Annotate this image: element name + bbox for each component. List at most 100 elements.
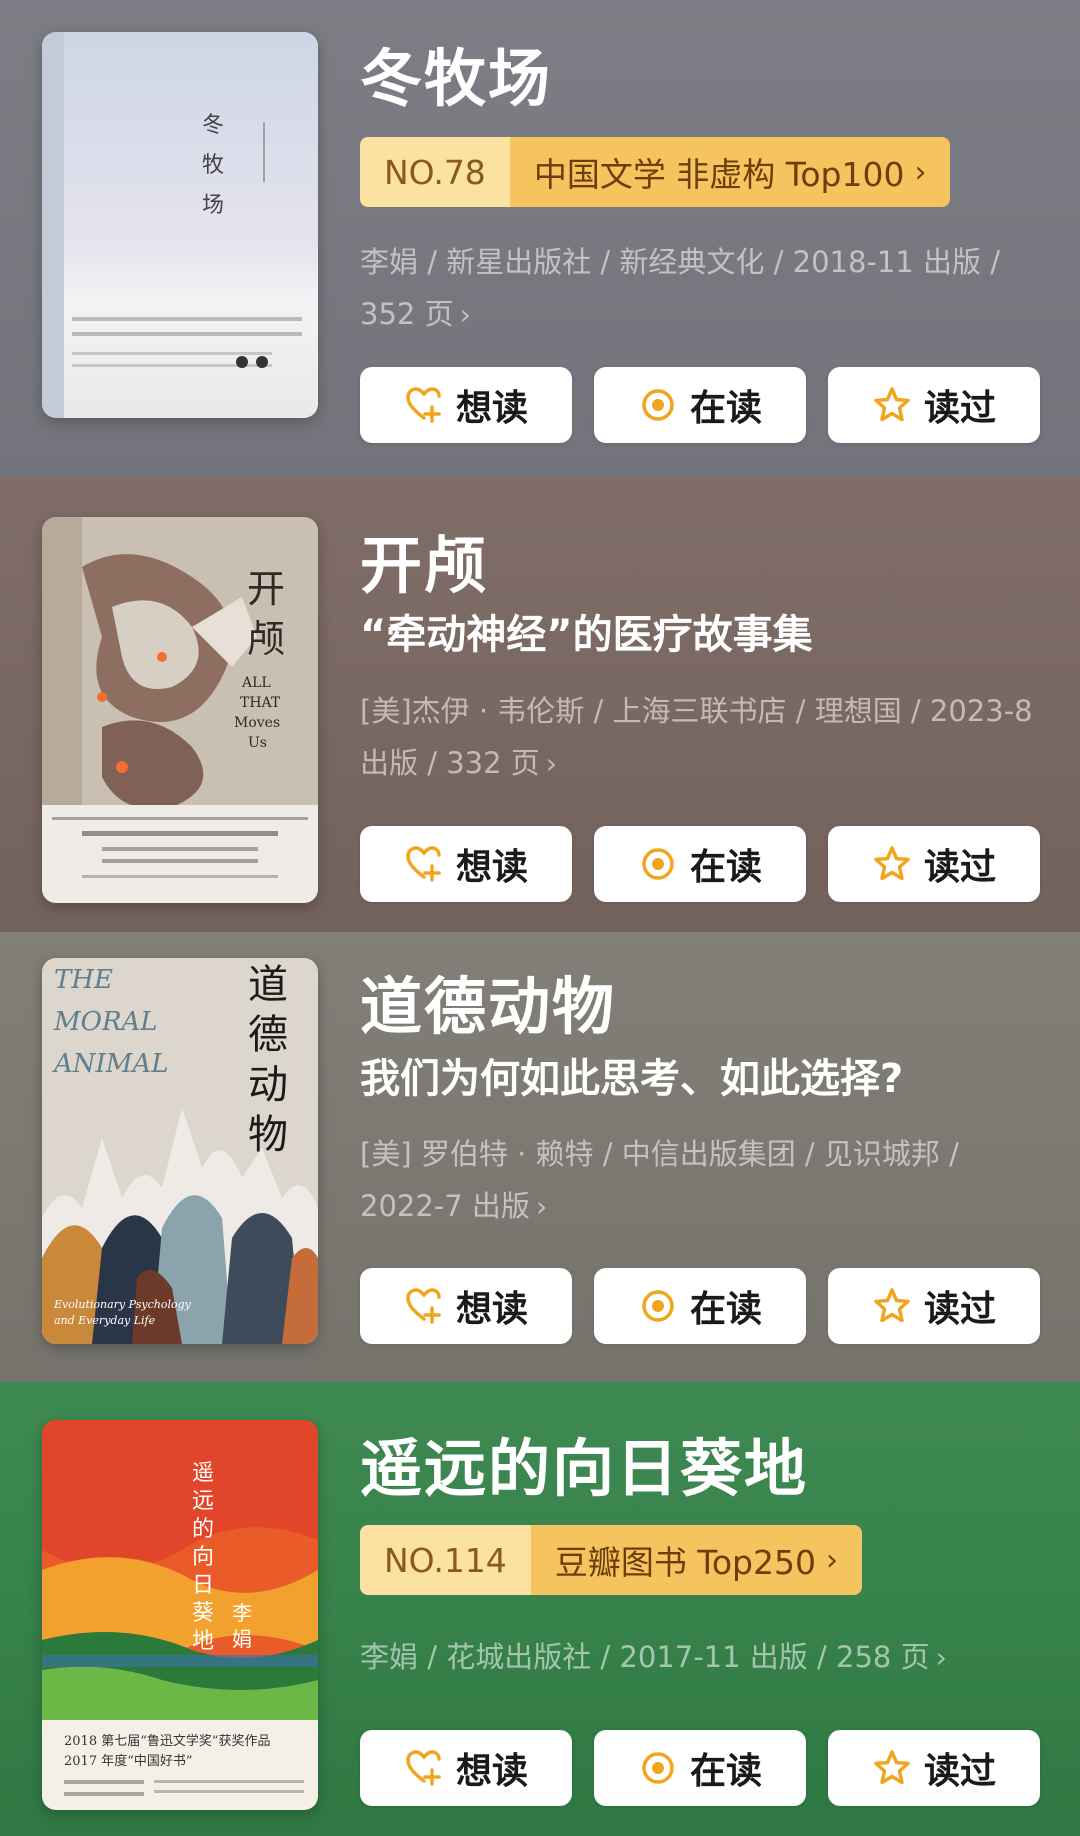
rank-badge[interactable]: NO.114 豆瓣图书 Top250 › (360, 1525, 862, 1595)
rank-list-label: 豆瓣图书 Top250 (554, 1543, 816, 1582)
read-button[interactable]: 读过 (828, 1730, 1040, 1806)
reading-label: 在读 (689, 1751, 762, 1792)
want-to-read-button[interactable]: 想读 (360, 1268, 572, 1344)
svg-text:娟: 娟 (232, 1627, 252, 1651)
book-cover[interactable]: 开 颅 ALL THAT Moves Us (42, 517, 318, 903)
book-meta-text: 李娟 / 新星出版社 / 新经典文化 / 2018-11 出版 / 352 页 (360, 245, 1000, 331)
svg-text:2018 第七届“鲁迅文学奖”获奖作品: 2018 第七届“鲁迅文学奖”获奖作品 (64, 1733, 271, 1749)
want-to-read-button[interactable]: 想读 (360, 1730, 572, 1806)
book-card[interactable]: 遥 远 的 向 日 葵 地 李 娟 2018 第七届“鲁迅文学奖”获奖作品 20… (0, 1382, 1080, 1836)
want-label: 想读 (455, 1751, 528, 1792)
target-icon (642, 389, 674, 421)
book-cover[interactable]: 冬 牧 场 (42, 32, 318, 418)
svg-text:动: 动 (248, 1062, 288, 1108)
book-card[interactable]: 开 颅 ALL THAT Moves Us 开颅 “牵动神经”的医疗故事集 [美… (0, 477, 1080, 932)
reading-label: 在读 (689, 847, 762, 888)
svg-text:德: 德 (248, 1012, 288, 1058)
star-icon (874, 387, 910, 422)
heart-plus-icon (406, 387, 441, 423)
read-label: 读过 (923, 1289, 996, 1330)
book-meta[interactable]: 李娟 / 花城出版社 / 2017-11 出版 / 258 页 › (360, 1631, 1040, 1684)
rank-list-label: 中国文学 非虚构 Top100 (533, 155, 905, 194)
reading-button[interactable]: 在读 (594, 1730, 806, 1806)
book-meta[interactable]: 李娟 / 新星出版社 / 新经典文化 / 2018-11 出版 / 352 页 › (360, 236, 1040, 341)
book-meta-text: [美]杰伊 · 韦伦斯 / 上海三联书店 / 理想国 / 2023-8 出版 /… (360, 694, 1033, 780)
reading-label: 在读 (689, 1289, 762, 1330)
read-button[interactable]: 读过 (828, 826, 1040, 902)
svg-text:开: 开 (247, 567, 285, 611)
svg-text:李: 李 (232, 1601, 252, 1625)
rank-number: NO.114 (360, 1525, 531, 1595)
rank-badge[interactable]: NO.78 中国文学 非虚构 Top100 › (360, 137, 951, 207)
svg-text:遥: 遥 (192, 1461, 214, 1486)
want-label: 想读 (455, 1289, 528, 1330)
svg-text:Us: Us (248, 735, 267, 751)
svg-text:向: 向 (192, 1545, 214, 1570)
chevron-right-icon: › (535, 1190, 548, 1223)
chevron-right-icon: › (914, 154, 927, 190)
star-icon (874, 1750, 910, 1785)
chevron-right-icon: › (545, 747, 557, 780)
book-meta[interactable]: [美]杰伊 · 韦伦斯 / 上海三联书店 / 理想国 / 2023-8 出版 /… (360, 685, 1040, 790)
svg-text:远: 远 (192, 1489, 214, 1514)
svg-text:MORAL: MORAL (53, 1007, 158, 1037)
svg-text:场: 场 (202, 193, 224, 218)
book-cover[interactable]: 遥 远 的 向 日 葵 地 李 娟 2018 第七届“鲁迅文学奖”获奖作品 20… (42, 1420, 318, 1810)
book-meta-text: [美] 罗伯特 · 赖特 / 中信出版集团 / 见识城邦 / 2022-7 出版 (360, 1137, 959, 1223)
book-subtitle: “牵动神经”的医疗故事集 (360, 612, 813, 658)
svg-text:and Everyday Life: and Everyday Life (54, 1314, 156, 1327)
book-title[interactable]: 冬牧场 (360, 28, 552, 118)
want-to-read-button[interactable]: 想读 (360, 826, 572, 902)
read-button[interactable]: 读过 (828, 1268, 1040, 1344)
reading-label: 在读 (689, 388, 762, 429)
svg-text:牧: 牧 (202, 153, 224, 178)
rank-list[interactable]: 豆瓣图书 Top250 › (530, 1525, 862, 1595)
rank-list[interactable]: 中国文学 非虚构 Top100 › (509, 137, 951, 207)
target-icon (642, 1290, 674, 1322)
book-title[interactable]: 开颅 (360, 515, 488, 605)
star-icon (874, 1288, 910, 1323)
read-label: 读过 (923, 847, 996, 888)
target-icon (642, 848, 674, 880)
heart-plus-icon (406, 846, 441, 882)
svg-text:Evolutionary Psychology: Evolutionary Psychology (53, 1298, 192, 1311)
target-icon (642, 1752, 674, 1784)
svg-text:2017 年度“中国好书”: 2017 年度“中国好书” (64, 1753, 193, 1769)
book-card[interactable]: THE MORAL ANIMAL 道 德 动 物 Evolutionary Ps… (0, 932, 1080, 1382)
book-card[interactable]: 冬 牧 场 冬牧场 NO.78 中国文学 非虚构 Top100 › 李娟 / 新星… (0, 0, 1080, 477)
want-to-read-button[interactable]: 想读 (360, 367, 572, 443)
chevron-right-icon: › (459, 298, 471, 331)
svg-text:THE: THE (54, 965, 113, 995)
svg-text:Moves: Moves (234, 715, 280, 731)
svg-text:地: 地 (192, 1629, 214, 1654)
read-label: 读过 (923, 388, 996, 429)
want-label: 想读 (455, 847, 528, 888)
svg-text:的: 的 (192, 1517, 214, 1542)
book-cover[interactable]: THE MORAL ANIMAL 道 德 动 物 Evolutionary Ps… (42, 958, 318, 1344)
read-button[interactable]: 读过 (828, 367, 1040, 443)
book-title[interactable]: 遥远的向日葵地 (360, 1418, 808, 1508)
rank-number: NO.78 (360, 137, 510, 207)
chevron-right-icon: › (935, 1641, 947, 1674)
star-icon (874, 846, 910, 881)
book-meta[interactable]: [美] 罗伯特 · 赖特 / 中信出版集团 / 见识城邦 / 2022-7 出版… (360, 1128, 1040, 1233)
book-meta-text: 李娟 / 花城出版社 / 2017-11 出版 / 258 页 (360, 1640, 930, 1674)
svg-text:日: 日 (192, 1573, 214, 1598)
chevron-right-icon: › (825, 1542, 838, 1578)
svg-text:THAT: THAT (240, 695, 281, 711)
svg-text:ALL: ALL (241, 675, 271, 691)
svg-text:道: 道 (248, 962, 288, 1008)
reading-button[interactable]: 在读 (594, 826, 806, 902)
svg-text:葵: 葵 (192, 1601, 214, 1626)
heart-plus-icon (406, 1750, 441, 1786)
read-label: 读过 (923, 1751, 996, 1792)
svg-text:冬: 冬 (202, 113, 224, 138)
svg-text:物: 物 (248, 1112, 288, 1158)
reading-button[interactable]: 在读 (594, 367, 806, 443)
svg-text:颅: 颅 (247, 617, 285, 661)
reading-button[interactable]: 在读 (594, 1268, 806, 1344)
book-subtitle: 我们为何如此思考、如此选择? (360, 1056, 904, 1102)
book-title[interactable]: 道德动物 (360, 956, 616, 1046)
svg-text:ANIMAL: ANIMAL (52, 1049, 168, 1079)
want-label: 想读 (455, 388, 528, 429)
